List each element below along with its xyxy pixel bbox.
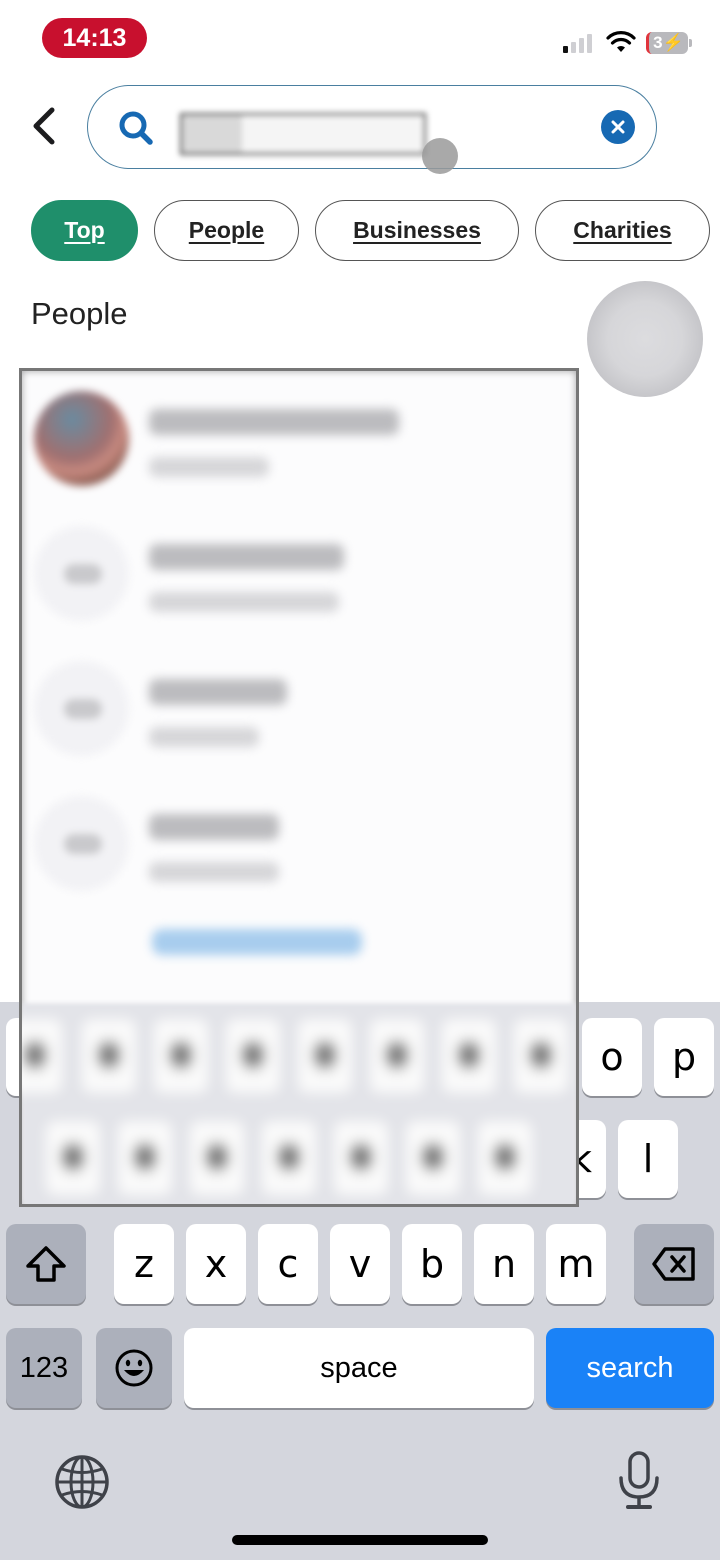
- backspace-key[interactable]: [634, 1224, 714, 1304]
- blurred-key: [82, 1019, 136, 1093]
- chip-charities[interactable]: Charities: [535, 200, 710, 261]
- shift-key[interactable]: [6, 1224, 86, 1304]
- avatar: [34, 796, 129, 891]
- people-results-redacted: [19, 368, 579, 1207]
- clear-circle-x-icon: [611, 120, 625, 134]
- blurred-key: [226, 1019, 280, 1093]
- search-icon: [119, 111, 153, 145]
- person-result-row[interactable]: [34, 516, 554, 626]
- blurred-key: [478, 1121, 532, 1195]
- blurred-key: [442, 1019, 496, 1093]
- chevron-left-icon: [33, 107, 55, 145]
- person-name-redacted: [149, 409, 399, 435]
- search-input[interactable]: Ofe: [87, 85, 657, 174]
- touch-indicator: [587, 281, 703, 397]
- chip-people[interactable]: People: [154, 200, 299, 261]
- home-indicator[interactable]: [232, 1535, 488, 1545]
- avatar: [34, 526, 129, 621]
- search-key[interactable]: search: [546, 1328, 714, 1408]
- person-name-redacted: [149, 679, 287, 705]
- key-m[interactable]: m: [546, 1224, 606, 1304]
- person-handle-redacted: [149, 862, 279, 882]
- person-result-row[interactable]: [34, 786, 554, 896]
- globe-icon[interactable]: [54, 1454, 110, 1510]
- key-z[interactable]: z: [114, 1224, 174, 1304]
- battery-charging-icon: 3⚡: [646, 32, 688, 54]
- back-button[interactable]: [24, 102, 64, 150]
- touch-point-indicator: [422, 138, 458, 174]
- person-result-row[interactable]: [34, 651, 554, 761]
- status-time: 14:13: [42, 18, 147, 58]
- space-key[interactable]: space: [184, 1328, 534, 1408]
- blurred-key: [154, 1019, 208, 1093]
- blurred-key: [190, 1121, 244, 1195]
- chip-top[interactable]: Top: [31, 200, 138, 261]
- blurred-key: [370, 1019, 424, 1093]
- wifi-icon: [606, 31, 636, 52]
- blurred-key: [22, 1019, 62, 1093]
- battery-level: 3: [653, 33, 663, 52]
- keyboard-blurred-region: [22, 1003, 576, 1204]
- microphone-icon[interactable]: [616, 1450, 662, 1512]
- blurred-key: [262, 1121, 316, 1195]
- key-p[interactable]: p: [654, 1018, 714, 1096]
- clear-search-button[interactable]: [601, 110, 635, 144]
- key-l[interactable]: l: [618, 1120, 678, 1198]
- key-o[interactable]: o: [582, 1018, 642, 1096]
- blurred-key: [46, 1121, 100, 1195]
- person-handle-redacted: [149, 727, 259, 747]
- key-x[interactable]: x: [186, 1224, 246, 1304]
- person-name-redacted: [149, 814, 279, 840]
- person-result-row[interactable]: [34, 381, 554, 491]
- blurred-key: [298, 1019, 352, 1093]
- blurred-key: [118, 1121, 172, 1195]
- see-more-people-link-redacted[interactable]: [152, 929, 362, 955]
- avatar: [34, 391, 129, 486]
- battery-tip: [689, 39, 692, 47]
- key-v[interactable]: v: [330, 1224, 390, 1304]
- search-value-redacted[interactable]: Ofe: [180, 113, 426, 155]
- filter-chips: Top People Businesses Charities: [31, 200, 710, 261]
- backspace-icon: [652, 1247, 695, 1281]
- person-handle-redacted: [149, 592, 339, 612]
- blurred-key: [406, 1121, 460, 1195]
- numbers-key[interactable]: 123: [6, 1328, 82, 1408]
- section-title-people: People: [31, 296, 128, 331]
- emoji-key[interactable]: [96, 1328, 172, 1408]
- person-handle-redacted: [149, 457, 269, 477]
- status-bar: 14:13 3⚡: [0, 0, 720, 76]
- avatar: [34, 661, 129, 756]
- emoji-icon: [115, 1349, 153, 1387]
- signal-icon: [563, 33, 592, 53]
- key-b[interactable]: b: [402, 1224, 462, 1304]
- person-name-redacted: [149, 544, 344, 570]
- chip-businesses[interactable]: Businesses: [315, 200, 519, 261]
- key-c[interactable]: c: [258, 1224, 318, 1304]
- blurred-key: [514, 1019, 568, 1093]
- key-n[interactable]: n: [474, 1224, 534, 1304]
- blurred-key: [334, 1121, 388, 1195]
- shift-icon: [26, 1246, 66, 1282]
